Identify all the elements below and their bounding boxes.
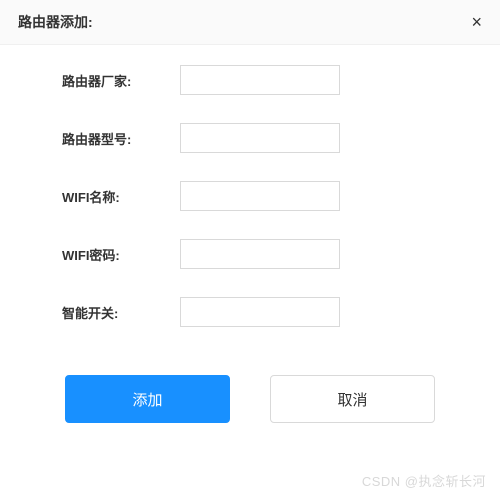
input-manufacturer[interactable] (180, 65, 340, 95)
label-wifi-password: WIFI密码: (30, 245, 180, 264)
form-body: 路由器厂家: 路由器型号: WIFI名称: WIFI密码: 智能开关: 添加 取… (0, 45, 500, 453)
dialog-title: 路由器添加: (18, 12, 93, 32)
form-row-wifi-password: WIFI密码: (30, 239, 470, 269)
form-row-manufacturer: 路由器厂家: (30, 65, 470, 95)
cancel-button[interactable]: 取消 (270, 375, 435, 423)
label-wifi-name: WIFI名称: (30, 187, 180, 206)
input-wifi-password[interactable] (180, 239, 340, 269)
input-model[interactable] (180, 123, 340, 153)
form-row-wifi-name: WIFI名称: (30, 181, 470, 211)
input-wifi-name[interactable] (180, 181, 340, 211)
add-button[interactable]: 添加 (65, 375, 230, 423)
dialog-header: 路由器添加: × (0, 0, 500, 45)
form-row-smart-switch: 智能开关: (30, 297, 470, 327)
form-row-model: 路由器型号: (30, 123, 470, 153)
close-icon[interactable]: × (471, 13, 482, 31)
label-model: 路由器型号: (30, 129, 180, 148)
button-row: 添加 取消 (30, 355, 470, 443)
label-smart-switch: 智能开关: (30, 303, 180, 322)
input-smart-switch[interactable] (180, 297, 340, 327)
label-manufacturer: 路由器厂家: (30, 71, 180, 90)
watermark: CSDN @执念斩长河 (362, 471, 486, 490)
